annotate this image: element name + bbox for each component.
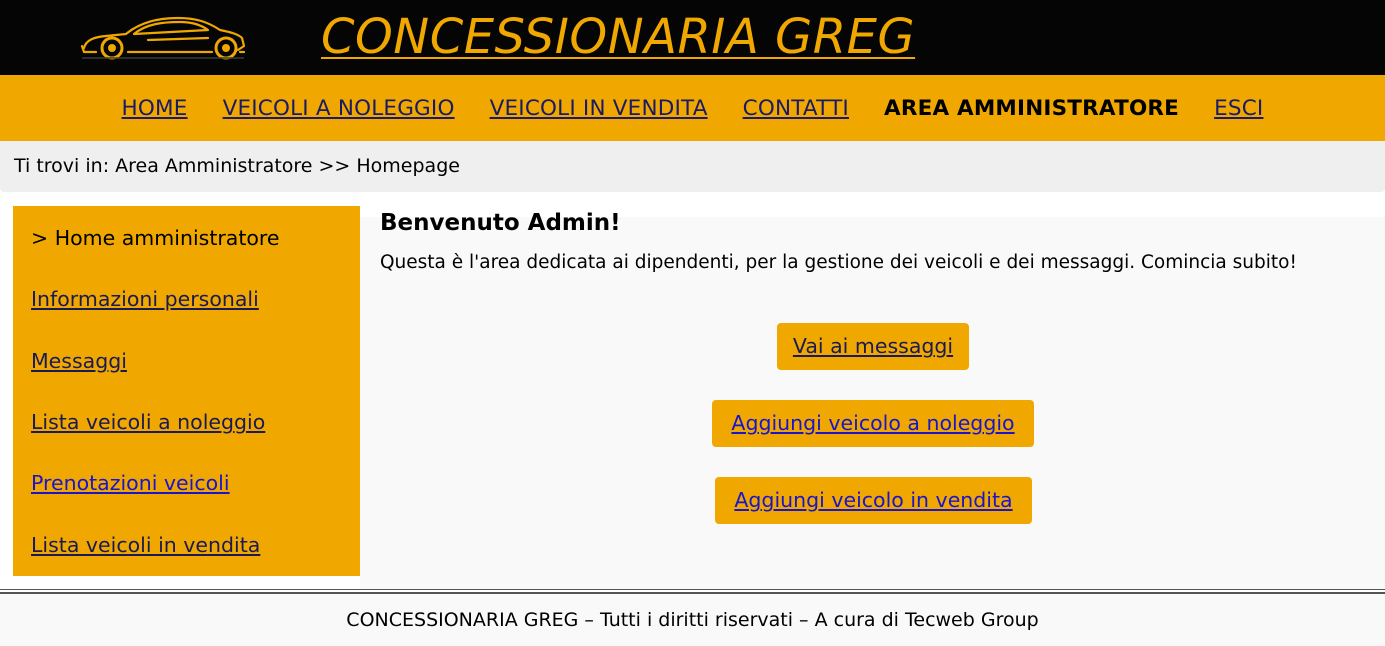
site-footer: CONCESSIONARIA GREG – Tutti i diritti ri… (0, 594, 1385, 646)
page-title: Benvenuto Admin! (380, 210, 621, 236)
sidebar-item-personal-info[interactable]: Informazioni personali (31, 287, 259, 311)
add-rental-vehicle-button[interactable]: Aggiungi veicolo a noleggio (712, 400, 1034, 447)
sidebar-item-sale-list[interactable]: Lista veicoli in vendita (31, 533, 260, 557)
site-header: CONCESSIONARIA GREG (0, 0, 1385, 75)
sidebar-item-bookings[interactable]: Prenotazioni veicoli (31, 471, 230, 495)
sidebar-item-messages[interactable]: Messaggi (31, 349, 127, 373)
breadcrumb: Ti trovi in: Area Amministratore >> Home… (0, 141, 1385, 192)
footer-divider (0, 589, 1385, 590)
add-sale-vehicle-button[interactable]: Aggiungi veicolo in vendita (715, 477, 1032, 524)
site-title-link[interactable]: CONCESSIONARIA GREG (321, 8, 915, 66)
nav-sale-vehicles[interactable]: VEICOLI IN VENDITA (490, 96, 708, 121)
nav-admin-area: AREA AMMINISTRATORE (883, 95, 1180, 121)
car-icon (80, 16, 246, 60)
sidebar-item-rental-list[interactable]: Lista veicoli a noleggio (31, 410, 265, 434)
go-to-messages-button[interactable]: Vai ai messaggi (777, 323, 969, 370)
nav-rental-vehicles[interactable]: VEICOLI A NOLEGGIO (223, 96, 455, 121)
nav-contacts[interactable]: CONTATTI (743, 96, 849, 121)
footer-text: CONCESSIONARIA GREG – Tutti i diritti ri… (346, 609, 1039, 631)
breadcrumb-text: Ti trovi in: Area Amministratore >> Home… (14, 155, 460, 177)
nav-logout[interactable]: ESCI (1214, 96, 1263, 121)
main-nav: HOME VEICOLI A NOLEGGIO VEICOLI IN VENDI… (0, 75, 1385, 141)
nav-home[interactable]: HOME (122, 96, 188, 121)
welcome-text: Questa è l'area dedicata ai dipendenti, … (380, 252, 1297, 273)
sidebar-item-home-admin: > Home amministratore (31, 226, 280, 250)
admin-sidebar: > Home amministratore Informazioni perso… (13, 206, 360, 576)
